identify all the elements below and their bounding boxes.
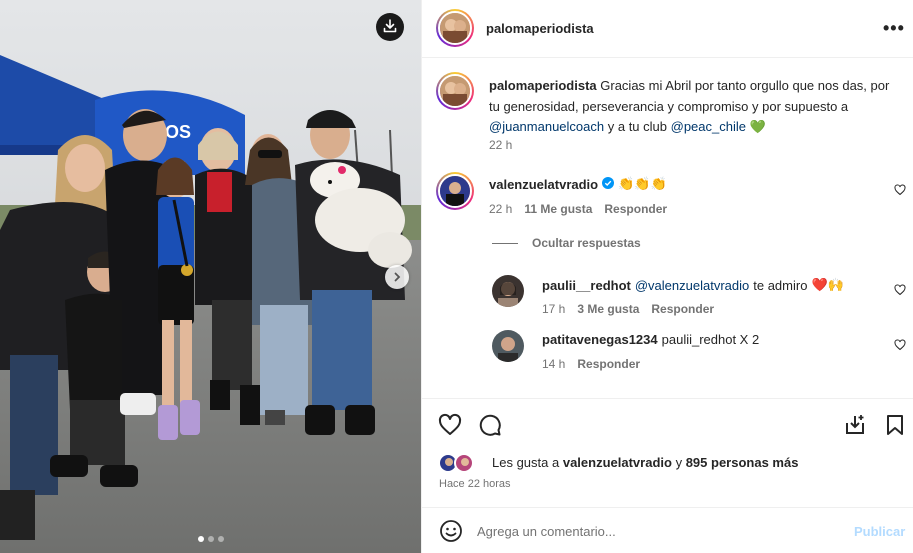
comment-meta: 22 h 11 Me gusta Responder <box>489 202 667 216</box>
verified-badge-icon <box>602 176 615 192</box>
reply-button[interactable]: Responder <box>577 357 640 371</box>
divider <box>492 242 518 244</box>
more-options-button[interactable]: ••• <box>883 18 905 39</box>
comment-composer: Publicar <box>422 507 913 553</box>
tent-logo-text: OS <box>165 122 191 142</box>
mention-link[interactable]: @valenzuelatvradio <box>635 278 749 293</box>
liker-avatar[interactable] <box>454 453 474 473</box>
hide-replies-button[interactable]: Ocultar respuestas <box>492 236 641 250</box>
instagram-post-view: OS palomaperiodista ••• palomaperiodista… <box>0 0 913 553</box>
heart-icon <box>894 339 906 354</box>
carousel-dot <box>207 536 214 542</box>
likes-prefix: Les gusta a <box>492 455 560 470</box>
comment-likes-count[interactable]: 11 Me gusta <box>524 202 592 216</box>
chevron-right-icon <box>392 270 402 285</box>
reply-comment: patitavenegas1234 paulii_redhot X 2 <box>542 332 759 347</box>
caption-text-part: y a tu club <box>607 119 667 134</box>
like-comment-button[interactable] <box>894 184 906 199</box>
save-to-collection-icon <box>843 415 867 440</box>
reply-meta: 17 h 3 Me gusta Responder <box>542 302 714 316</box>
reply-timestamp[interactable]: 14 h <box>542 357 565 371</box>
reply-likes-count[interactable]: 3 Me gusta <box>577 302 639 316</box>
more-icon: ••• <box>883 18 905 38</box>
heart-icon <box>438 413 462 440</box>
heart-icon <box>894 184 906 199</box>
comment-username[interactable]: valenzuelatvradio <box>489 177 598 192</box>
reply-text: paulii_redhot X 2 <box>661 332 760 347</box>
bookmark-icon <box>883 415 907 440</box>
post-header: palomaperiodista ••• <box>422 0 913 58</box>
reply-username[interactable]: patitavenegas1234 <box>542 332 658 347</box>
like-reply-button[interactable] <box>894 284 906 299</box>
liker-username[interactable]: valenzuelatvradio <box>563 455 672 470</box>
publish-button[interactable]: Publicar <box>854 524 905 539</box>
comment-timestamp[interactable]: 22 h <box>489 202 512 216</box>
family-photo-image: OS <box>0 0 421 553</box>
caption-timestamp[interactable]: 22 h <box>489 138 512 152</box>
likes-middle: y <box>675 455 683 470</box>
author-username[interactable]: palomaperiodista <box>486 21 594 36</box>
others-likes-count[interactable]: 895 personas más <box>686 455 799 470</box>
caption-author[interactable]: palomaperiodista <box>489 78 597 93</box>
actions-divider <box>422 398 913 399</box>
reply-username[interactable]: paulii__redhot <box>542 278 631 293</box>
carousel-next-button[interactable] <box>385 265 409 289</box>
comment-icon <box>478 414 502 440</box>
reply-button[interactable]: Responder <box>651 302 714 316</box>
carousel-dot <box>217 536 224 542</box>
commenter-avatar[interactable] <box>436 172 474 210</box>
carousel-dot <box>197 536 204 542</box>
download-button[interactable] <box>376 13 404 41</box>
reply-emoji: ❤️🙌 <box>811 277 844 292</box>
like-reply-button[interactable] <box>894 339 906 354</box>
post-details-panel: palomaperiodista ••• palomaperiodista Gr… <box>421 0 913 553</box>
heart-icon <box>894 284 906 299</box>
caption-author-avatar[interactable] <box>436 72 474 110</box>
emoji-picker-button[interactable] <box>439 519 463 546</box>
carousel-indicator <box>0 536 421 542</box>
hide-replies-label: Ocultar respuestas <box>532 236 641 250</box>
comment: valenzuelatvradio 👏👏👏 <box>489 176 667 192</box>
likes-summary: Les gusta a valenzuelatvradio y 895 pers… <box>492 455 798 470</box>
reply-timestamp[interactable]: 17 h <box>542 302 565 316</box>
green-heart-emoji: 💚 <box>749 119 766 134</box>
reply-text: te admiro <box>753 277 808 293</box>
reply-meta: 14 h Responder <box>542 357 640 371</box>
comment-button[interactable] <box>478 413 502 440</box>
like-post-button[interactable] <box>438 413 462 440</box>
bookmark-button[interactable] <box>883 413 907 440</box>
mention-link[interactable]: @peac_chile <box>671 119 746 134</box>
reply-comment: paulii__redhot @valenzuelatvradio te adm… <box>542 277 844 293</box>
author-avatar[interactable] <box>436 9 474 47</box>
reply-button[interactable]: Responder <box>604 202 667 216</box>
mention-link[interactable]: @juanmanuelcoach <box>489 119 604 134</box>
download-icon <box>383 18 397 36</box>
reply-avatar[interactable] <box>492 330 524 362</box>
post-photo[interactable]: OS <box>0 0 421 553</box>
post-time-ago[interactable]: Hace 22 horas <box>439 478 511 490</box>
reply-avatar[interactable] <box>492 275 524 307</box>
post-caption: palomaperiodista Gracias mi Abril por ta… <box>489 76 899 138</box>
comment-input[interactable] <box>477 524 837 539</box>
save-to-collection-button[interactable] <box>843 413 867 440</box>
emoji-icon <box>439 520 463 546</box>
comment-text: 👏👏👏 <box>618 176 667 191</box>
